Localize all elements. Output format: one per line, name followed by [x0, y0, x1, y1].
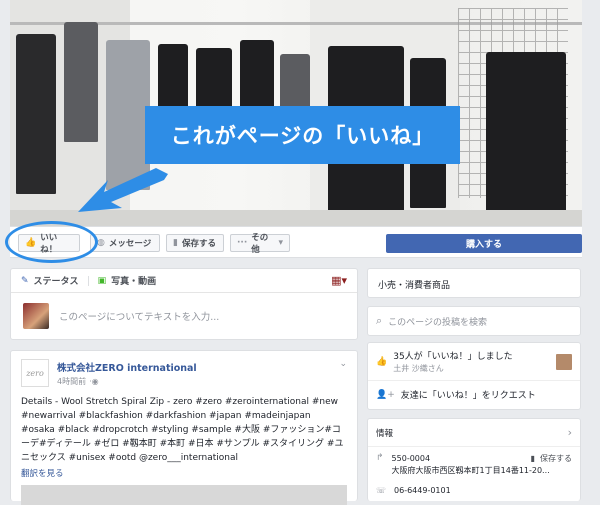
post-timestamp[interactable]: 4時間前	[57, 376, 86, 387]
page-identity-icon[interactable]: ▦▾	[331, 274, 347, 287]
annotation-callout: これがページの「いいね」	[145, 106, 460, 164]
composer-input[interactable]: このページについてテキストを入力...	[59, 309, 219, 323]
post-composer: ✎ ステータス ▣ 写真・動画 ▦▾ このページについてテキストを入力...	[10, 268, 358, 340]
directions-icon: ↱	[376, 453, 384, 463]
page-search-card: ⌕ このページの投稿を検索	[367, 306, 581, 336]
more-label: その他	[251, 233, 269, 255]
message-button[interactable]: ◍ メッセージ	[90, 234, 160, 252]
post-author[interactable]: 株式会社ZERO international	[57, 360, 331, 374]
invite-icon: 👤+	[376, 389, 395, 400]
messenger-icon: ◍	[97, 238, 105, 248]
page-avatar	[23, 303, 49, 329]
likes-count[interactable]: 35人が「いいね！」しました	[393, 349, 550, 362]
invite-friends-link[interactable]: 友達に「いいね！」をリクエスト	[401, 388, 536, 401]
info-card: 情報 › ↱ 550-0004 ▮ 保存する 大阪府大阪市西区靱本町1丁目14番1…	[367, 418, 581, 501]
cover-garment	[16, 34, 56, 194]
photo-video-tab[interactable]: 写真・動画	[111, 274, 156, 287]
likes-card: 👍 35人が「いいね！」しました 土井 沙織さん 👤+ 友達に「いいね！」をリク…	[367, 342, 581, 410]
save-label: 保存する	[181, 239, 216, 249]
thumbs-up-icon: 👍	[376, 356, 388, 367]
save-address-button[interactable]: 保存する	[540, 453, 572, 464]
page-logo: zero	[21, 359, 49, 387]
annotation-highlight-circle	[5, 221, 98, 263]
status-tab[interactable]: ステータス	[34, 274, 79, 287]
address-text[interactable]: 大阪府大阪市西区靱本町1丁目14番11-20...	[392, 465, 572, 476]
post-body: Details - Wool Stretch Spiral Zip - zero…	[21, 397, 344, 463]
cover-garment	[280, 54, 310, 114]
postal-code: 550-0004	[391, 454, 431, 463]
page-search-input[interactable]: このページの投稿を検索	[388, 315, 487, 328]
cover-garment	[486, 52, 566, 212]
friend-liked[interactable]: 土井 沙織さん	[393, 363, 550, 374]
friend-avatar[interactable]	[556, 353, 572, 370]
ellipsis-icon: ···	[237, 238, 248, 248]
category-card: 小売・消費者商品	[367, 268, 581, 298]
chevron-right-icon[interactable]: ›	[568, 426, 572, 439]
message-label: メッセージ	[108, 239, 152, 249]
bookmark-icon: ▮	[173, 238, 178, 248]
globe-icon: ·◉	[89, 376, 99, 386]
more-options-button[interactable]: ··· その他 ▾	[230, 233, 290, 255]
page-category[interactable]: 小売・消費者商品	[378, 281, 450, 291]
pencil-icon: ✎	[21, 275, 29, 286]
post-image[interactable]	[21, 485, 347, 505]
info-title: 情報	[376, 428, 394, 439]
search-icon: ⌕	[376, 314, 383, 327]
phone-number[interactable]: 06-6449-0101	[394, 486, 451, 495]
cover-garment	[158, 44, 188, 114]
see-translation-link[interactable]: 翻訳を見る	[11, 465, 357, 481]
caret-down-icon: ▾	[278, 238, 283, 248]
phone-icon: ☏	[376, 486, 387, 495]
buy-button[interactable]: 購入する	[386, 234, 582, 253]
feed-post: zero 株式会社ZERO international 4時間前 ·◉ ⌄ De…	[10, 350, 358, 505]
annotation-arrow	[78, 168, 168, 212]
photo-icon: ▣	[97, 275, 107, 286]
post-options-icon[interactable]: ⌄	[339, 359, 347, 369]
bookmark-icon: ▮	[530, 454, 535, 463]
save-page-button[interactable]: ▮ 保存する	[166, 234, 224, 252]
cover-garment	[64, 22, 98, 142]
